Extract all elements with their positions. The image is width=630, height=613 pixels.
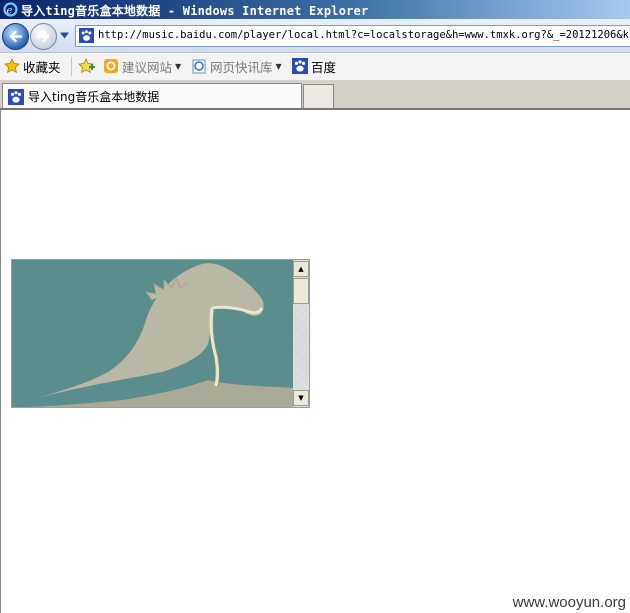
navigation-bar [0, 19, 630, 53]
vertical-scrollbar[interactable]: ▲ ▼ [293, 260, 309, 407]
web-slice-gallery-button[interactable]: 网页快讯库 ▼ [191, 57, 282, 75]
watermark-text: www.wooyun.org [512, 594, 626, 611]
add-to-favorites-bar-button[interactable] [78, 57, 99, 75]
arrow-right-icon [36, 30, 50, 43]
page-content: ▲ ▼ [0, 110, 630, 613]
separator [71, 57, 72, 76]
baidu-paw-icon [79, 28, 94, 46]
chevron-down-icon: ▼ [275, 61, 282, 71]
address-input[interactable] [98, 27, 628, 43]
recent-pages-dropdown-icon[interactable] [59, 29, 70, 43]
chevron-down-icon: ▼ [175, 61, 182, 71]
svg-text:e: e [7, 6, 13, 17]
forward-button[interactable] [30, 23, 57, 50]
scroll-up-button[interactable]: ▲ [293, 261, 309, 277]
favorites-button[interactable]: 收藏夹 [4, 57, 61, 75]
new-tab-button[interactable] [303, 84, 334, 109]
favorites-label: 收藏夹 [23, 59, 61, 75]
web-slice-icon [192, 59, 206, 74]
web-slice-label: 网页快讯库 [210, 59, 273, 75]
tab-active[interactable]: 导入ting音乐盒本地数据 [2, 83, 302, 109]
horse-head-image [12, 260, 293, 407]
scroll-down-button[interactable]: ▼ [293, 390, 309, 406]
window-title-bar[interactable]: e 导入ting音乐盒本地数据 - Windows Internet Explo… [0, 0, 630, 19]
add-favorite-icon [78, 58, 95, 74]
tab-label: 导入ting音乐盒本地数据 [28, 90, 160, 104]
baidu-favorite-link[interactable]: 百度 [292, 57, 336, 75]
internet-explorer-icon: e [3, 2, 18, 17]
arrow-left-icon [9, 30, 23, 43]
suggested-sites-button[interactable]: 建议网站 ▼ [103, 57, 181, 75]
baidu-label: 百度 [311, 59, 337, 75]
window-title: 导入ting音乐盒本地数据 - Windows Internet Explore… [21, 4, 369, 18]
tab-strip: 导入ting音乐盒本地数据 [0, 81, 630, 109]
address-bar[interactable] [75, 25, 630, 47]
suggested-sites-icon [104, 59, 118, 73]
scroll-thumb[interactable] [293, 278, 309, 304]
baidu-paw-icon [292, 58, 308, 74]
star-icon [4, 58, 20, 74]
favorites-bar: 收藏夹 建议网站 ▼ 网页快讯库 ▼ 百度 [0, 53, 630, 81]
suggested-sites-label: 建议网站 [122, 59, 173, 75]
baidu-paw-icon [8, 88, 24, 105]
embedded-frame: ▲ ▼ [11, 259, 310, 408]
back-button[interactable] [2, 23, 29, 50]
